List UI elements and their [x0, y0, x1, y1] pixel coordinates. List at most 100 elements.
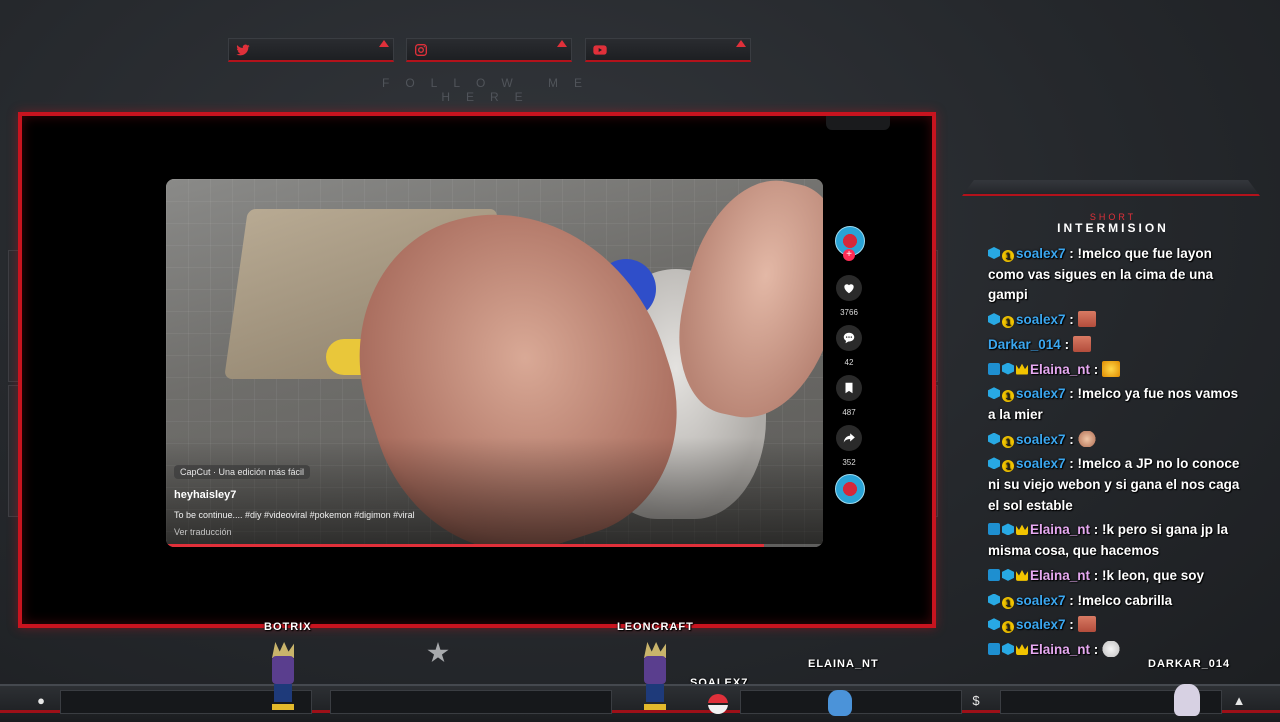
corner-marker	[557, 40, 567, 47]
capcut-badge[interactable]: CapCut · Una edición más fácil	[174, 465, 311, 479]
comment-count: 42	[844, 358, 854, 367]
chat-message: 1 soalex7 :	[988, 310, 1240, 331]
wave-badge-icon	[988, 642, 1000, 655]
save-button[interactable]	[836, 375, 862, 401]
cyan-badge-icon	[988, 387, 1000, 400]
chat-username[interactable]: Elaina_nt	[1030, 362, 1090, 377]
wave-badge-icon	[988, 568, 1000, 581]
twitter-icon	[236, 44, 250, 56]
face-emote-icon	[1077, 616, 1096, 633]
chat-header-bar	[962, 180, 1260, 196]
leoncraft-sprite	[640, 642, 670, 716]
chat-message: Elaina_nt : !k leon, que soy	[988, 566, 1240, 587]
chat-username[interactable]: Elaina_nt	[1030, 522, 1090, 537]
face-emote-icon	[1072, 335, 1091, 352]
star-icon	[427, 642, 449, 663]
chat-username[interactable]: soalex7	[1016, 593, 1066, 608]
share-icon	[843, 433, 855, 443]
chat-message: Elaina_nt : !k pero si gana jp la misma …	[988, 520, 1240, 561]
follow-plus-icon[interactable]: +	[843, 249, 855, 261]
like-count: 3766	[840, 308, 858, 317]
chat-message: 1 soalex7 : !melco que fue layon como vas…	[988, 244, 1240, 306]
sound-disc[interactable]	[835, 474, 865, 504]
pokeball-sprite	[708, 694, 728, 714]
gold-badge-icon: 1	[1002, 596, 1014, 609]
bottom-panel	[330, 690, 612, 714]
bookmark-icon	[845, 382, 853, 394]
chat-username[interactable]: soalex7	[1016, 617, 1066, 632]
dollar-icon[interactable]: $	[969, 694, 983, 708]
video-progress-fill	[166, 544, 764, 547]
chat-username[interactable]: Darkar_014	[988, 337, 1061, 352]
chat-message: 1 soalex7 : !melco ya fue nos vamos a la …	[988, 384, 1240, 425]
share-button[interactable]	[836, 425, 862, 451]
flame-icon[interactable]: ▲	[1232, 694, 1246, 708]
chat-text: :	[1060, 336, 1073, 352]
cyan-badge-icon	[988, 593, 1000, 606]
wave-badge-icon	[988, 362, 1000, 375]
twitter-link[interactable]	[228, 38, 394, 62]
cyan-badge-icon	[988, 457, 1000, 470]
chat-message: Elaina_nt :	[988, 360, 1240, 381]
cyan-badge-icon	[1002, 642, 1014, 655]
gold-badge-icon: 1	[1002, 316, 1014, 329]
gold-badge-icon: 1	[1002, 460, 1014, 473]
darkar-sprite	[1174, 684, 1200, 716]
chat-text: :	[1065, 312, 1078, 328]
gold-emote-icon	[1102, 360, 1121, 377]
video-username[interactable]: heyhaisley7	[174, 489, 236, 501]
youtube-icon	[593, 45, 607, 55]
youtube-link[interactable]	[585, 38, 751, 62]
chat-message: 1 soalex7 :	[988, 615, 1240, 636]
cyan-badge-icon	[1002, 523, 1014, 536]
chat-username[interactable]: soalex7	[1016, 456, 1066, 471]
gold-badge-icon: 1	[1002, 390, 1014, 403]
save-count: 487	[842, 408, 856, 417]
heart-icon	[844, 284, 854, 294]
chat-username[interactable]: soalex7	[1016, 246, 1066, 261]
viewer-name: LEONCRAFT	[617, 621, 694, 633]
wave-badge-icon	[988, 523, 1000, 536]
corner-marker	[379, 40, 389, 47]
video-shade	[166, 437, 823, 547]
chat-message: Darkar_014 :	[988, 335, 1240, 356]
crown-badge-icon	[1016, 524, 1028, 536]
chat-username[interactable]: Elaina_nt	[1030, 568, 1090, 583]
user-icon[interactable]: ●	[34, 694, 48, 708]
gold-badge-icon: 1	[1002, 435, 1014, 448]
share-count: 352	[842, 458, 856, 467]
comment-icon	[843, 332, 855, 344]
chat-header-title: INTERMISION	[1057, 221, 1169, 235]
cyan-badge-icon	[988, 247, 1000, 259]
chat-text: : !k leon, que soy	[1090, 567, 1205, 583]
chat-text: :	[1065, 431, 1078, 447]
cyan-badge-icon	[1002, 362, 1014, 375]
chat-username[interactable]: soalex7	[1016, 432, 1066, 447]
duck-emote-icon	[1102, 640, 1121, 657]
crown-badge-icon	[1016, 644, 1028, 655]
chat-username[interactable]: Elaina_nt	[1030, 642, 1090, 657]
follow-me-text: FOLLOW ME HERE	[381, 76, 598, 104]
video-description: To be continue.... #diy #videoviral #pok…	[174, 510, 415, 520]
chat-text: :	[1090, 641, 1103, 657]
chat-username[interactable]: soalex7	[1016, 312, 1066, 327]
chat-text: : !k pero si gana jp la misma cosa, que …	[988, 522, 1229, 559]
chat-username[interactable]: soalex7	[1016, 386, 1066, 401]
chat-message: 1 soalex7 : !melco cabrilla	[988, 591, 1240, 612]
cyan-badge-icon	[1002, 568, 1014, 581]
gold-badge-icon: 1	[1002, 621, 1014, 634]
viewer-name: ELAINA_NT	[808, 658, 879, 670]
chat-text: : !melco cabrilla	[1065, 592, 1173, 608]
chat-messages: 1 soalex7 : !melco que fue layon como vas…	[988, 244, 1240, 665]
frame-top-chip	[826, 116, 890, 130]
chat-text: :	[1090, 361, 1103, 377]
cyan-badge-icon	[988, 313, 1000, 326]
see-translation-link[interactable]: Ver traducción	[174, 527, 232, 537]
face-emote-icon	[1077, 311, 1096, 328]
comment-button[interactable]	[836, 325, 862, 351]
video-player[interactable]: CapCut · Una edición más fácil heyhaisle…	[166, 179, 823, 547]
chat-message: 1 soalex7 : !melco a JP no lo conoce ni s…	[988, 454, 1240, 516]
like-button[interactable]	[836, 275, 862, 301]
instagram-link[interactable]	[406, 38, 572, 62]
elaina-sprite	[828, 690, 852, 716]
